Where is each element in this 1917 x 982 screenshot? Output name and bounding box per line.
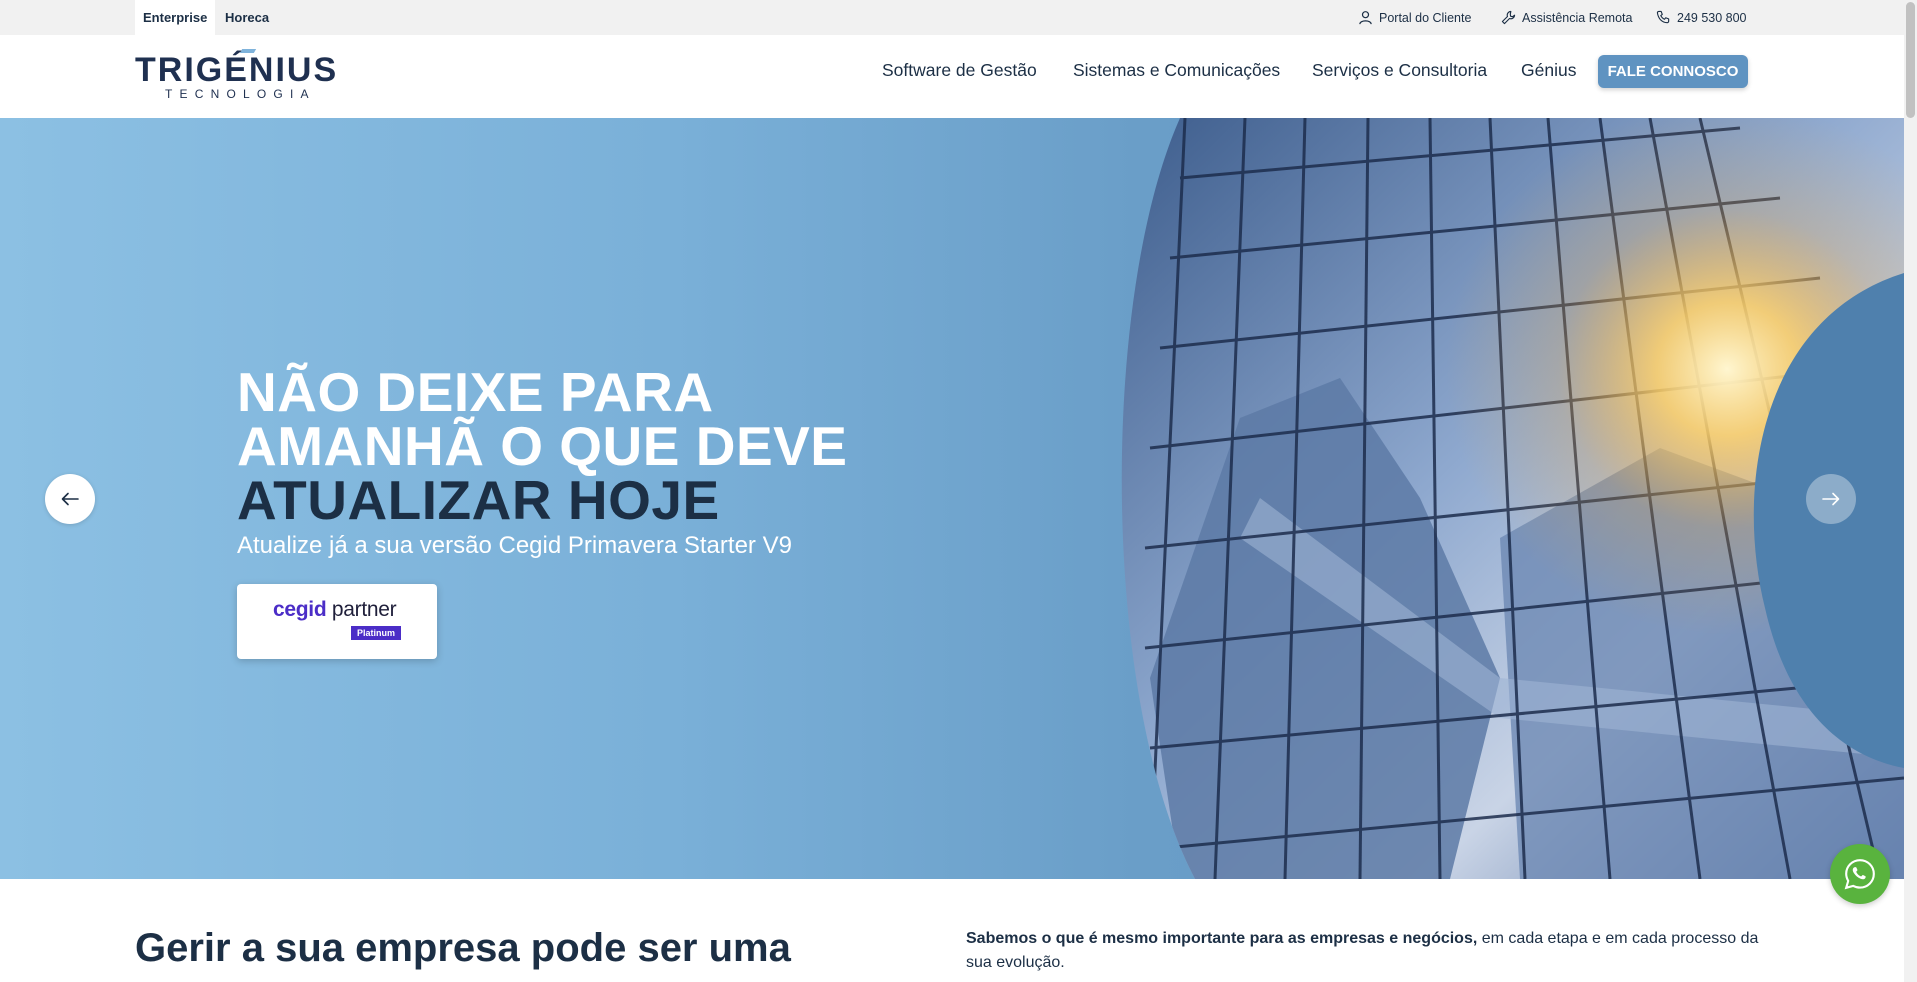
arrow-right-icon bbox=[1822, 492, 1840, 506]
portal-cliente-link[interactable]: Portal do Cliente bbox=[1358, 0, 1471, 35]
slider-prev-button[interactable] bbox=[45, 474, 95, 524]
nav-sistemas-comunicacoes[interactable]: Sistemas e Comunicações bbox=[1073, 35, 1280, 105]
nav-genius[interactable]: Génius bbox=[1521, 35, 1576, 105]
hero-subtitle: Atualize já a sua versão Cegid Primavera… bbox=[237, 532, 792, 559]
platinum-tag: Platinum bbox=[351, 626, 401, 640]
whatsapp-button[interactable] bbox=[1830, 844, 1890, 904]
phone-icon bbox=[1656, 10, 1670, 24]
segment-horeca[interactable]: Horeca bbox=[217, 0, 277, 35]
hero-title: NÃO DEIXE PARA AMANHÃ O QUE DEVE ATUALIZ… bbox=[237, 361, 848, 531]
phone-number: 249 530 800 bbox=[1677, 10, 1747, 25]
intro-paragraph: Sabemos o que é mesmo importante para as… bbox=[966, 930, 1759, 971]
assistencia-remota-link[interactable]: Assistência Remota bbox=[1501, 0, 1632, 35]
intro-heading: Gerir a sua empresa pode ser uma bbox=[135, 926, 791, 970]
hero-title-line-3: ATUALIZAR HOJE bbox=[237, 469, 720, 531]
main-header: TRIGÉNIUS TECNOLOGIA Software de Gestão … bbox=[0, 35, 1917, 118]
hero-slider: NÃO DEIXE PARA AMANHÃ O QUE DEVE ATUALIZ… bbox=[0, 118, 1904, 879]
logo-wordmark: TRIGÉNIUS bbox=[135, 51, 339, 89]
whatsapp-icon bbox=[1844, 859, 1875, 890]
user-icon bbox=[1359, 11, 1372, 25]
trigenius-logo[interactable]: TRIGÉNIUS TECNOLOGIA bbox=[135, 49, 351, 101]
cegid-partner-wordmark: cegid partner bbox=[273, 598, 397, 621]
top-utility-bar: Enterprise Horeca Portal do Cliente Assi… bbox=[0, 0, 1917, 35]
assistencia-remota-label: Assistência Remota bbox=[1522, 10, 1633, 25]
logo-tagline: TECNOLOGIA bbox=[165, 87, 316, 101]
phone-link[interactable]: 249 530 800 bbox=[1656, 0, 1747, 35]
slider-next-button[interactable] bbox=[1806, 474, 1856, 524]
hero-title-line-1: NÃO DEIXE PARA bbox=[237, 361, 714, 423]
hero-title-line-2: AMANHÃ O QUE DEVE bbox=[237, 415, 848, 477]
wrench-icon bbox=[1501, 10, 1516, 25]
portal-cliente-label: Portal do Cliente bbox=[1379, 10, 1472, 25]
segment-enterprise[interactable]: Enterprise bbox=[135, 0, 216, 35]
nav-servicos-consultoria[interactable]: Serviços e Consultoria bbox=[1312, 35, 1487, 105]
scrollbar-thumb[interactable] bbox=[1906, 2, 1915, 118]
nav-software-gestao[interactable]: Software de Gestão bbox=[882, 35, 1037, 105]
page-scrollbar[interactable] bbox=[1904, 0, 1917, 982]
cegid-partner-badge[interactable]: cegid partner Platinum bbox=[237, 584, 437, 659]
arrow-left-icon bbox=[61, 492, 79, 506]
fale-connosco-button[interactable]: FALE CONNOSCO bbox=[1598, 55, 1748, 88]
